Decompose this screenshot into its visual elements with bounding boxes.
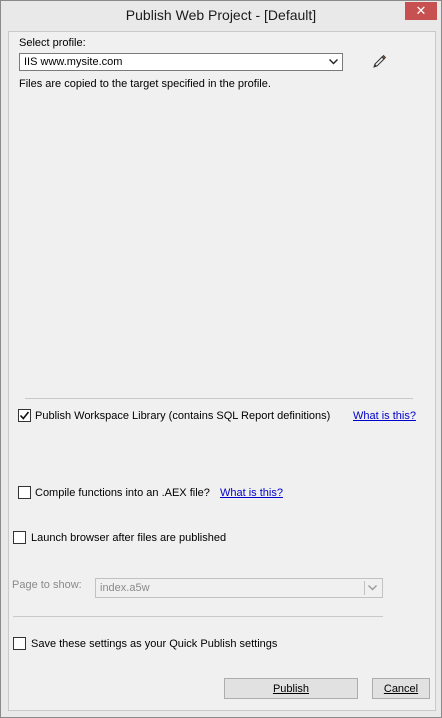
profile-dropdown-value: IIS www.mysite.com	[24, 56, 123, 68]
launch-browser-checkbox[interactable]	[13, 531, 26, 544]
publish-workspace-label: Publish Workspace Library (contains SQL …	[35, 410, 331, 422]
chevron-down-icon	[326, 55, 340, 69]
launch-browser-label: Launch browser after files are published	[31, 532, 227, 544]
compile-aex-checkbox[interactable]	[18, 486, 31, 499]
save-quick-publish-label: Save these settings as your Quick Publis…	[31, 638, 278, 650]
dialog-content: Select profile: IIS www.mysite.com Files…	[8, 31, 436, 711]
compile-aex-help-link[interactable]: What is this?	[220, 487, 283, 499]
compile-aex-label: Compile functions into an .AEX file?	[35, 487, 210, 499]
publish-workspace-checkbox[interactable]	[18, 409, 31, 422]
select-profile-label: Select profile:	[19, 37, 86, 49]
close-icon: ✕	[415, 3, 427, 18]
publish-button[interactable]: Publish	[224, 678, 358, 699]
divider-top	[25, 398, 413, 399]
divider-bottom	[13, 616, 383, 617]
close-button[interactable]: ✕	[405, 2, 437, 20]
cancel-button-label: Cancel	[383, 682, 419, 695]
cancel-button[interactable]: Cancel	[372, 678, 430, 699]
chevron-down-icon	[364, 581, 380, 595]
page-to-show-label: Page to show:	[12, 579, 82, 591]
publish-workspace-help-link[interactable]: What is this?	[353, 410, 416, 422]
save-quick-publish-checkbox[interactable]	[13, 637, 26, 650]
profile-dropdown[interactable]: IIS www.mysite.com	[19, 53, 343, 71]
publish-button-label: Publish	[272, 682, 310, 695]
title-bar: Publish Web Project - [Default] ✕	[1, 1, 441, 31]
window-title: Publish Web Project - [Default]	[125, 7, 317, 23]
publish-dialog-window: Publish Web Project - [Default] ✕ Select…	[0, 0, 442, 718]
page-to-show-dropdown[interactable]: index.a5w	[95, 578, 383, 598]
pencil-edit-icon[interactable]	[371, 54, 387, 70]
profile-description: Files are copied to the target specified…	[19, 78, 271, 90]
page-to-show-value: index.a5w	[100, 582, 150, 594]
